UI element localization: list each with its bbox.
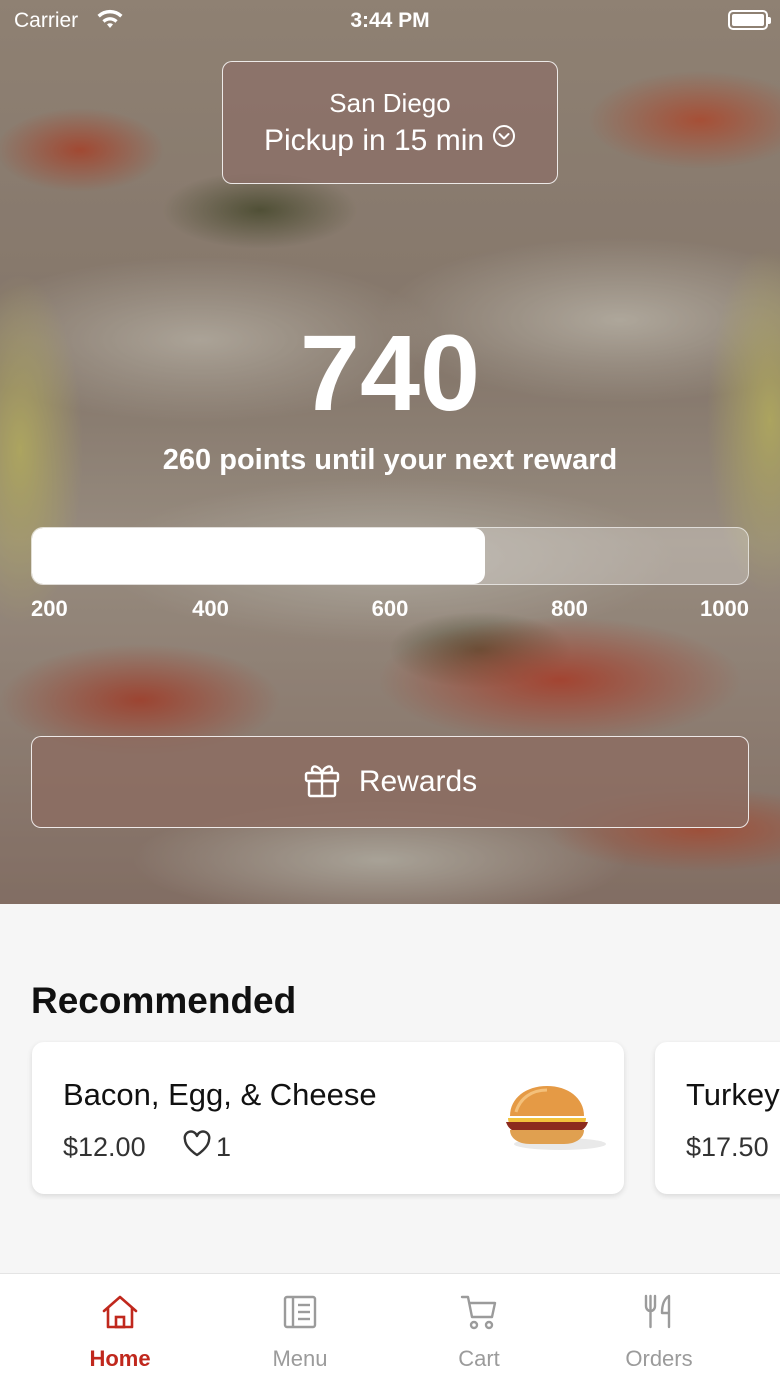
rewards-progress-fill	[32, 528, 486, 584]
item-name: Bacon, Egg, & Cheese	[63, 1077, 377, 1112]
recommended-card[interactable]: Turkey $17.50	[655, 1042, 780, 1194]
pickup-time-label: Pickup in 15 min	[263, 124, 485, 157]
progress-tick-label: 200	[31, 596, 68, 621]
location-city: San Diego	[329, 88, 451, 118]
rewards-button[interactable]: Rewards	[31, 736, 749, 828]
item-likes[interactable]: 1	[182, 1130, 231, 1165]
tab-bar: Home Menu Cart Orders	[0, 1273, 780, 1387]
status-time: 3:44 PM	[350, 9, 430, 32]
recommended-card[interactable]: Bacon, Egg, & Cheese $12.00 1	[32, 1042, 624, 1194]
progress-tick-label: 800	[551, 596, 588, 621]
chevron-down-circle-icon	[492, 122, 516, 156]
utensils-icon	[644, 1294, 671, 1329]
item-name: Turkey	[686, 1077, 780, 1112]
pickup-time-row: Pickup in 15 min	[223, 124, 557, 159]
item-image-sandwich	[498, 1082, 608, 1157]
progress-tick-labels: 200 400 600 800 1000	[31, 596, 749, 626]
status-bar: Carrier 3:44 PM	[0, 0, 780, 40]
location-picker-button[interactable]: San Diego Pickup in 15 min	[222, 61, 558, 184]
item-price: $12.00	[63, 1132, 146, 1162]
tab-orders[interactable]: Orders	[569, 1274, 749, 1387]
heart-icon	[182, 1130, 212, 1165]
rewards-button-label: Rewards	[358, 765, 478, 798]
battery-icon	[728, 10, 771, 30]
gift-icon	[303, 762, 341, 803]
menu-icon	[283, 1295, 317, 1329]
recommended-list[interactable]: Bacon, Egg, & Cheese $12.00 1 Turkey $17…	[0, 1040, 780, 1200]
rewards-progress-bar	[31, 527, 749, 585]
likes-count: 1	[216, 1132, 232, 1162]
points-balance: 740	[299, 312, 481, 433]
cart-icon	[460, 1295, 497, 1330]
tab-orders-label: Orders	[625, 1346, 693, 1371]
home-icon	[102, 1295, 138, 1329]
tab-menu[interactable]: Menu	[210, 1274, 390, 1387]
tab-menu-label: Menu	[272, 1346, 328, 1371]
tab-cart[interactable]: Cart	[389, 1274, 569, 1387]
progress-tick-label: 1000	[700, 596, 749, 621]
progress-tick-label: 600	[371, 596, 409, 621]
progress-tick-label: 400	[192, 596, 229, 621]
tab-home[interactable]: Home	[30, 1274, 210, 1387]
points-caption: 260 points until your next reward	[162, 444, 618, 476]
item-price: $17.50	[686, 1132, 769, 1162]
recommended-title: Recommended	[31, 980, 297, 1021]
tab-home-label: Home	[89, 1346, 151, 1371]
tab-cart-label: Cart	[458, 1346, 500, 1371]
